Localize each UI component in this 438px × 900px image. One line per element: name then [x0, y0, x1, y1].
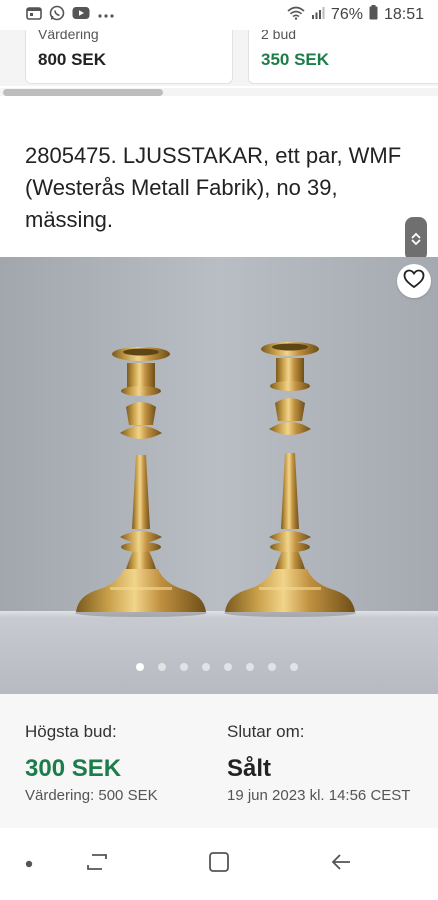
battery-icon — [369, 5, 378, 25]
whatsapp-icon — [49, 5, 65, 26]
horizontal-scrollbar[interactable] — [0, 88, 438, 96]
valuation-card[interactable]: Värdering 800 SEK — [25, 22, 233, 84]
wifi-icon — [287, 6, 305, 25]
back-button[interactable] — [326, 852, 356, 876]
bid-info-panel: Högsta bud: 300 SEK Värdering: 500 SEK S… — [0, 694, 438, 828]
top-cards-strip[interactable]: Värdering 800 SEK 2 bud 350 SEK — [0, 22, 438, 86]
bids-card[interactable]: 2 bud 350 SEK — [248, 22, 438, 84]
heart-icon — [403, 269, 425, 294]
home-button[interactable] — [204, 851, 234, 878]
fast-scroll-handle[interactable] — [405, 217, 427, 261]
status-bar: 76% 18:51 — [0, 0, 438, 30]
highest-bid-value: 300 SEK — [25, 755, 122, 782]
carousel-dot[interactable] — [246, 663, 254, 671]
system-nav-bar — [0, 828, 438, 900]
nav-dot-button[interactable] — [14, 852, 44, 876]
chevron-up-icon — [411, 232, 421, 239]
ends-value: Sålt — [227, 755, 272, 782]
card-value: 800 SEK — [38, 50, 107, 69]
home-icon — [208, 851, 230, 878]
card-value: 350 SEK — [261, 50, 330, 69]
calendar-icon — [26, 6, 42, 25]
ends-section: Slutar om: Sålt 19 jun 2023 kl. 14:56 CE… — [227, 722, 410, 804]
carousel-dot[interactable] — [202, 663, 210, 671]
battery-percent: 76% — [330, 6, 363, 23]
horizontal-scrollbar-thumb[interactable] — [3, 89, 163, 96]
carousel-dot[interactable] — [224, 663, 232, 671]
ends-date: 19 jun 2023 kl. 14:56 CEST — [227, 787, 411, 804]
valuation-text: Värdering: 500 SEK — [25, 787, 158, 804]
status-right: 76% 18:51 — [287, 5, 424, 25]
image-carousel-dots[interactable] — [136, 663, 298, 671]
candlesticks-photo — [0, 257, 438, 694]
listing-image[interactable] — [0, 257, 438, 694]
listing-title: 2805475. LJUSSTAKAR, ett par, WMF (Weste… — [25, 143, 402, 232]
back-arrow-icon — [330, 853, 352, 876]
recent-apps-icon — [86, 852, 108, 877]
highest-bid-label: Högsta bud: — [25, 722, 117, 741]
carousel-dot[interactable] — [136, 663, 144, 671]
ends-label: Slutar om: — [227, 722, 305, 741]
dot-icon — [25, 855, 33, 873]
carousel-dot[interactable] — [158, 663, 166, 671]
recent-apps-button[interactable] — [82, 852, 112, 876]
signal-icon — [311, 6, 325, 25]
carousel-dot[interactable] — [180, 663, 188, 671]
more-dots-icon — [97, 6, 115, 24]
carousel-dot[interactable] — [290, 663, 298, 671]
carousel-dot[interactable] — [268, 663, 276, 671]
clock: 18:51 — [383, 6, 424, 23]
chevron-down-icon — [411, 239, 421, 246]
favorite-button[interactable] — [397, 264, 431, 298]
status-left — [26, 5, 115, 26]
highest-bid-section: Högsta bud: 300 SEK Värdering: 500 SEK — [25, 722, 158, 804]
youtube-icon — [72, 6, 90, 25]
